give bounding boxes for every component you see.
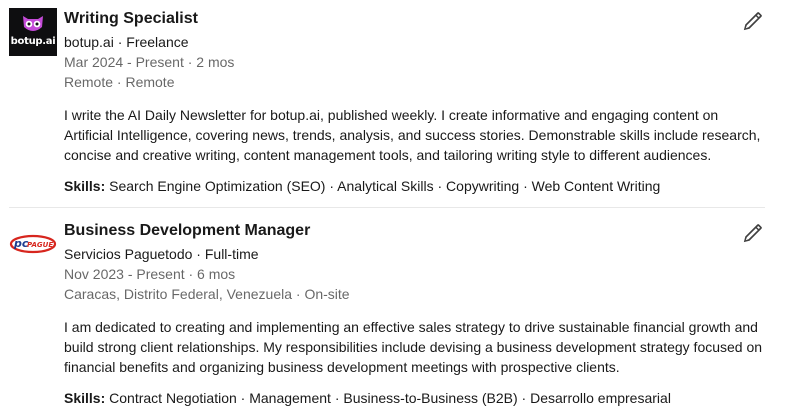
logo-text: botup.ai [10,36,56,47]
job-description: I write the AI Daily Newsletter for botu… [64,107,761,163]
skills-line: Skills: Contract Negotiation · Managemen… [64,390,671,406]
company-logo-paguetodo[interactable]: pc PAGUE [9,220,57,268]
company-name: Servicios Paguetodo · Full-time [64,246,259,262]
edit-experience-button[interactable] [740,8,766,34]
experience-item-writing-specialist: botup.ai Writing Specialist botup.ai · F… [0,0,786,207]
divider [9,207,765,208]
job-description: I am dedicated to creating and implement… [64,319,763,375]
skills-list: Search Engine Optimization (SEO) · Analy… [109,178,661,194]
company-logo-botup[interactable]: botup.ai [9,8,57,56]
skills-label: Skills: [64,390,106,406]
edit-experience-button[interactable] [740,220,766,246]
skills-line: Skills: Search Engine Optimization (SEO)… [64,178,660,194]
date-range: Mar 2024 - Present · 2 mos [64,54,235,70]
job-location: Remote · Remote [64,74,175,90]
pencil-icon [743,12,762,31]
job-title: Business Development Manager [64,222,311,239]
pencil-icon [743,224,762,243]
experience-item-business-development-manager: pc PAGUE Business Development Manager Se… [0,212,786,416]
company-name: botup.ai · Freelance [64,34,189,50]
skills-list: Contract Negotiation · Management · Busi… [109,390,671,406]
paguetodo-logo-icon: pc PAGUE [9,234,57,254]
job-title: Writing Specialist [64,10,198,27]
date-range: Nov 2023 - Present · 6 mos [64,266,236,282]
skills-label: Skills: [64,178,106,194]
owl-icon [23,16,43,31]
job-location: Caracas, Distrito Federal, Venezuela · O… [64,286,350,302]
svg-text:PAGUE: PAGUE [27,241,53,249]
